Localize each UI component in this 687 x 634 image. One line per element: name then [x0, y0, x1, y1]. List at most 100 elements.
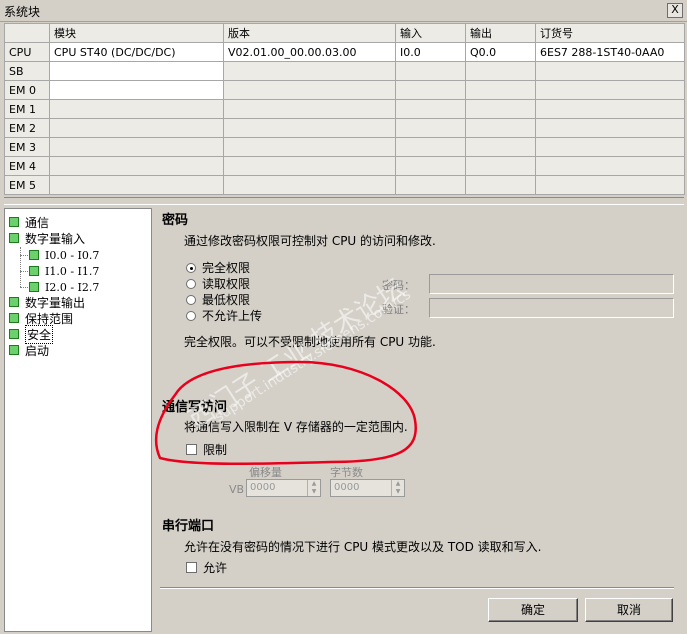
cell-order — [535, 61, 685, 81]
cell-module[interactable] — [49, 118, 224, 138]
bytes-stepper[interactable]: 0000 ▲ ▼ — [330, 479, 405, 497]
restrict-checkbox[interactable]: 限制 — [186, 441, 227, 458]
tree-item-label: 通信 — [25, 215, 50, 230]
splitter[interactable] — [4, 197, 684, 205]
table-row[interactable]: EM 0 — [4, 80, 685, 100]
row-slot: EM 3 — [4, 137, 50, 157]
stepper-up-icon[interactable]: ▲ — [392, 480, 404, 488]
cell-output — [465, 80, 536, 100]
password-field[interactable] — [429, 274, 674, 294]
tree-item-label: 启动 — [25, 343, 50, 358]
cell-version — [223, 156, 396, 176]
radio-dot — [186, 310, 196, 321]
cell-version — [223, 61, 396, 81]
allow-checkbox[interactable]: 允许 — [186, 559, 227, 576]
cell-order — [535, 137, 685, 157]
row-slot: EM 1 — [4, 99, 50, 119]
row-slot: CPU — [4, 42, 50, 62]
close-button[interactable]: X — [667, 3, 683, 18]
cell-module[interactable] — [49, 156, 224, 176]
tree-item-label: 数字量输入 — [25, 231, 86, 246]
checkbox-label: 限制 — [203, 443, 228, 457]
tree-node-icon — [9, 313, 19, 323]
cell-module[interactable] — [49, 61, 224, 81]
table-row[interactable]: EM 5 — [4, 175, 685, 195]
cell-input — [395, 156, 466, 176]
cell-module[interactable] — [49, 175, 224, 195]
cell-output: Q0.0 — [465, 42, 536, 62]
col-header-module: 模块 — [49, 23, 224, 43]
tree-connector — [20, 255, 28, 256]
radio-dot — [186, 278, 196, 289]
checkbox-box — [186, 562, 197, 573]
tree-node-icon — [29, 250, 39, 260]
tree-node-icon — [9, 345, 19, 355]
cell-output — [465, 137, 536, 157]
radio-full-access[interactable]: 完全权限 — [186, 259, 250, 276]
cell-input — [395, 61, 466, 81]
row-slot: EM 2 — [4, 118, 50, 138]
cancel-button[interactable]: 取消 — [585, 598, 673, 622]
row-slot: EM 4 — [4, 156, 50, 176]
cell-module[interactable] — [49, 137, 224, 157]
radio-minimum-access[interactable]: 最低权限 — [186, 291, 250, 308]
cell-module[interactable] — [49, 99, 224, 119]
cell-output — [465, 118, 536, 138]
cell-module[interactable]: CPU ST40 (DC/DC/DC) — [49, 42, 224, 62]
table-row[interactable]: EM 3 — [4, 137, 685, 157]
stepper-down-icon[interactable]: ▼ — [392, 488, 404, 496]
radio-label: 读取权限 — [202, 277, 251, 291]
window-title: 系统块 — [4, 5, 41, 19]
cell-order — [535, 80, 685, 100]
row-slot: SB — [4, 61, 50, 81]
stepper-arrows[interactable]: ▲ ▼ — [307, 480, 320, 496]
table-row[interactable]: SB — [4, 61, 685, 81]
offset-stepper[interactable]: 0000 ▲ ▼ — [246, 479, 321, 497]
comm-description: 将通信写入限制在 V 存储器的一定范围内. — [184, 420, 408, 434]
serial-description: 允许在没有密码的情况下进行 CPU 模式更改以及 TOD 读取和写入. — [184, 540, 542, 554]
cell-version — [223, 137, 396, 157]
tree-item-security[interactable]: 安全 — [9, 324, 54, 344]
radio-disallow-upload[interactable]: 不允许上传 — [186, 307, 262, 324]
cell-version — [223, 175, 396, 195]
stepper-arrows[interactable]: ▲ ▼ — [391, 480, 404, 496]
table-header-row: 模块 版本 输入 输出 订货号 — [4, 23, 685, 43]
verify-label: 验证： — [382, 303, 415, 316]
tree-item-comm[interactable]: 通信 — [9, 214, 49, 230]
checkbox-label: 允许 — [203, 561, 228, 575]
stepper-down-icon[interactable]: ▼ — [308, 488, 320, 496]
row-slot: EM 5 — [4, 175, 50, 195]
cell-input — [395, 99, 466, 119]
ok-button[interactable]: 确定 — [488, 598, 578, 622]
cell-output — [465, 156, 536, 176]
cell-module[interactable] — [49, 80, 224, 100]
tree-item-digital-output[interactable]: 数字量输出 — [9, 294, 85, 310]
radio-dot — [186, 294, 196, 305]
table-row[interactable]: EM 1 — [4, 99, 685, 119]
tree-connector — [20, 287, 28, 288]
radio-dot — [186, 262, 196, 273]
tree-item-label: I0.0 - I0.7 — [45, 248, 100, 262]
tree-node-icon — [9, 217, 19, 227]
table-row[interactable]: EM 2 — [4, 118, 685, 138]
table-row[interactable]: CPU CPU ST40 (DC/DC/DC) V02.01.00_00.00.… — [4, 42, 685, 62]
tree-item-digital-input[interactable]: 数字量输入 — [9, 230, 85, 246]
table-row[interactable]: EM 4 — [4, 156, 685, 176]
radio-read-access[interactable]: 读取权限 — [186, 275, 250, 292]
tree-node-icon — [29, 266, 39, 276]
cell-order — [535, 156, 685, 176]
cell-input — [395, 80, 466, 100]
tree-node-icon — [29, 282, 39, 292]
verify-field[interactable] — [429, 298, 674, 318]
security-panel: 密码 通过修改密码权限可控制对 CPU 的访问和修改. 完全权限 读取权限 最低… — [152, 205, 684, 633]
tree-connector — [20, 271, 28, 272]
cell-output — [465, 61, 536, 81]
tree-item-i0[interactable]: I0.0 - I0.7 — [29, 247, 99, 263]
stepper-up-icon[interactable]: ▲ — [308, 480, 320, 488]
cell-output — [465, 99, 536, 119]
divider — [160, 587, 674, 589]
tree-item-startup[interactable]: 启动 — [9, 342, 49, 358]
bytes-value: 0000 — [334, 482, 360, 493]
tree-item-i1[interactable]: I1.0 - I1.7 — [29, 263, 99, 279]
tree-item-label: I1.0 - I1.7 — [45, 264, 100, 278]
